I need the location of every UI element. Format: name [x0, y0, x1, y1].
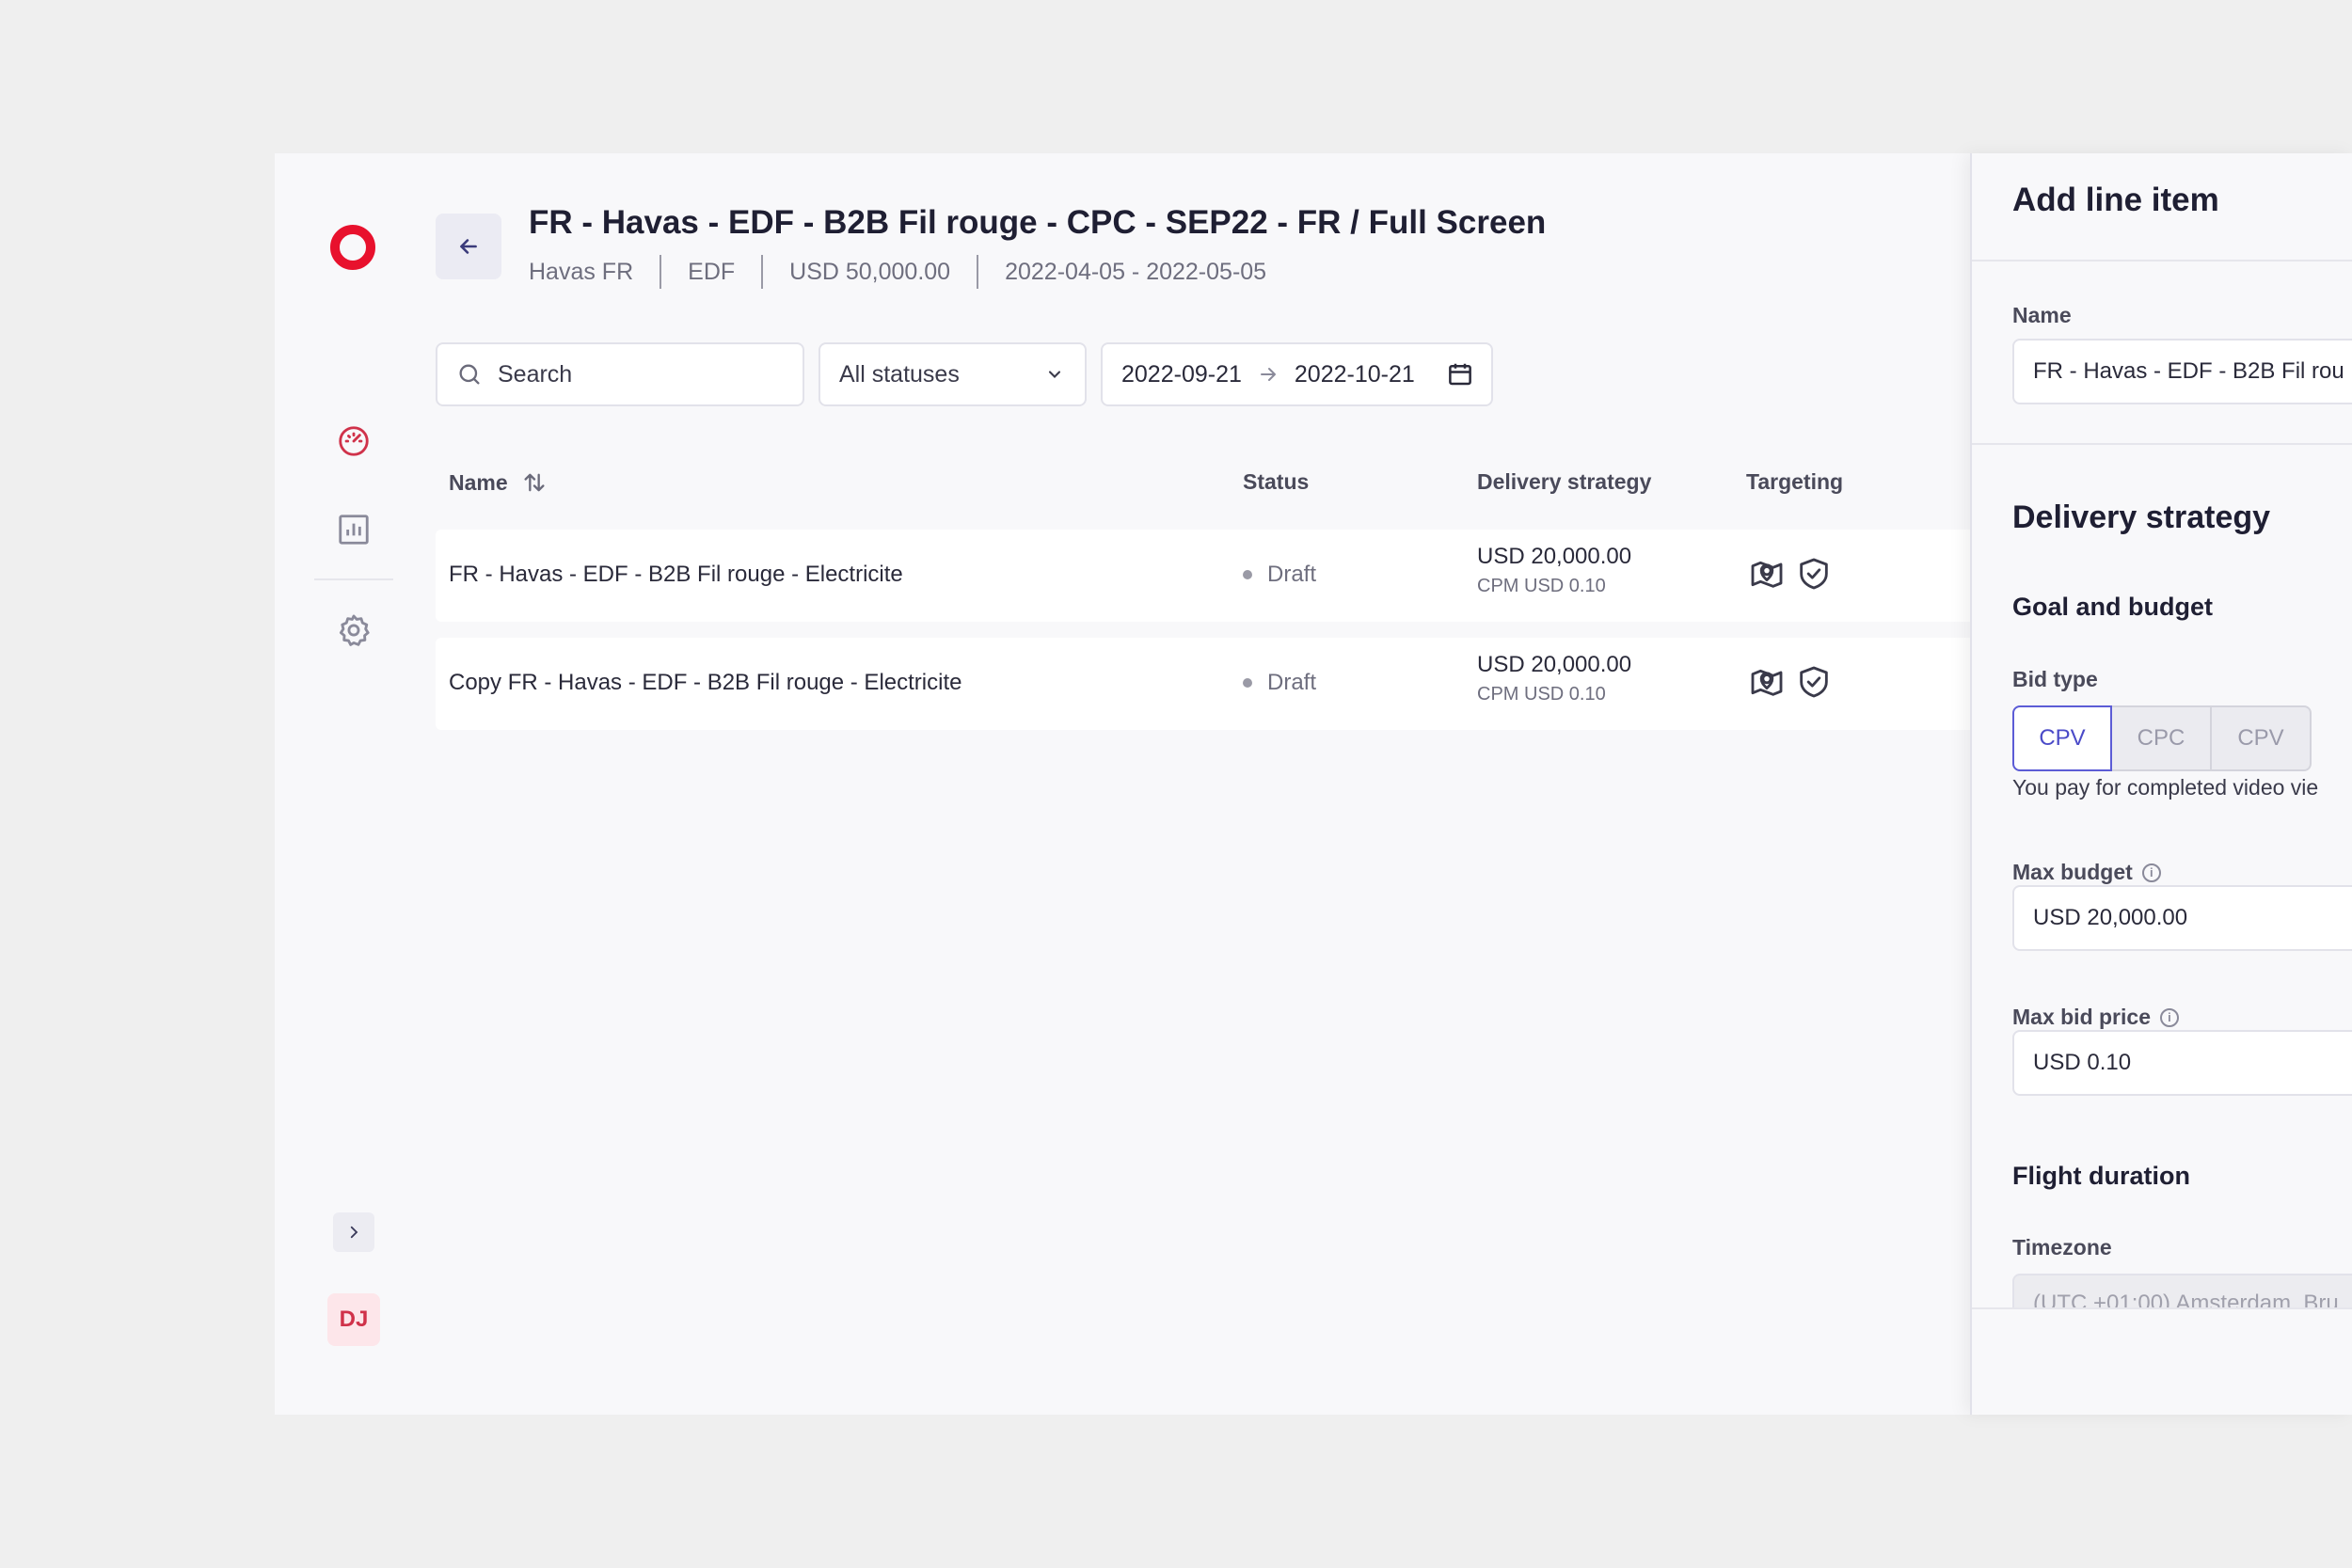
geo-targeting-icon[interactable] [1748, 555, 1786, 597]
name-label: Name [2012, 303, 2072, 327]
date-from: 2022-09-21 [1121, 360, 1242, 388]
status-dot [1243, 678, 1252, 688]
status-dot [1243, 570, 1252, 579]
column-header-name[interactable]: Name [449, 469, 548, 496]
meta-budget: USD 50,000.00 [789, 258, 951, 285]
status-text: Draft [1267, 562, 1317, 587]
meta-divider [660, 255, 662, 289]
delivery-strategy-title: Delivery strategy [2012, 499, 2271, 535]
bid-value: CPM USD 0.10 [1477, 684, 1606, 705]
column-header-delivery[interactable]: Delivery strategy [1477, 469, 1651, 495]
bid-type-helper-text: You pay for completed video vie [2012, 775, 2319, 800]
chevron-down-icon [1045, 365, 1064, 384]
bid-type-segmented-control: CPV CPC CPV [2012, 705, 2312, 771]
brand-safety-shield-icon[interactable] [1795, 663, 1833, 705]
status-filter-value: All statuses [839, 360, 960, 388]
meta-dates: 2022-04-05 - 2022-05-05 [1005, 258, 1267, 285]
bid-value: CPM USD 0.10 [1477, 576, 1606, 596]
page-title: FR - Havas - EDF - B2B Fil rouge - CPC -… [529, 204, 1547, 241]
brand-safety-shield-icon[interactable] [1795, 555, 1833, 597]
info-icon[interactable]: i [2141, 863, 2161, 882]
meta-divider [977, 255, 979, 289]
bid-type-option-cpc[interactable]: CPC [2112, 705, 2212, 771]
brand-logo-icon[interactable] [329, 224, 376, 271]
status-text: Draft [1267, 670, 1317, 695]
status-badge: Draft [1243, 670, 1316, 696]
name-input[interactable]: FR - Havas - EDF - B2B Fil rou [2012, 339, 2352, 404]
search-input[interactable]: Search [436, 342, 804, 406]
drawer-header: Add line item [1972, 153, 2352, 261]
calendar-icon [1446, 360, 1474, 388]
dashboard-gauge-icon[interactable] [336, 423, 372, 459]
expand-sidebar-button[interactable] [333, 1212, 374, 1252]
arrow-right-icon [1257, 363, 1279, 386]
targeting-icons [1748, 663, 1833, 705]
row-name[interactable]: Copy FR - Havas - EDF - B2B Fil rouge - … [449, 670, 961, 696]
back-button[interactable] [436, 214, 501, 279]
date-range-picker[interactable]: 2022-09-21 2022-10-21 [1101, 342, 1493, 406]
flight-duration-title: Flight duration [2012, 1162, 2190, 1190]
sort-icon[interactable] [521, 469, 548, 496]
status-badge: Draft [1243, 562, 1316, 588]
info-icon[interactable]: i [2159, 1007, 2179, 1027]
bid-type-label: Bid type [2012, 667, 2098, 691]
reports-chart-icon[interactable] [336, 512, 372, 547]
targeting-icons [1748, 555, 1833, 597]
max-budget-label-text: Max budget [2012, 860, 2133, 884]
bid-type-option-cpv[interactable]: CPV [2012, 705, 2112, 771]
campaign-meta: Havas FR EDF USD 50,000.00 2022-04-05 - … [529, 255, 1266, 289]
add-line-item-drawer: Add line item Name FR - Havas - EDF - B2… [1970, 153, 2352, 1415]
drawer-divider [1972, 443, 2352, 445]
bid-type-option-cpv-alt[interactable]: CPV [2212, 705, 2312, 771]
delivery-strategy: USD 20,000.00 CPM USD 0.10 [1477, 652, 1631, 705]
search-placeholder: Search [498, 360, 573, 388]
timezone-label: Timezone [2012, 1235, 2112, 1259]
max-bid-price-input[interactable]: USD 0.10 [2012, 1030, 2352, 1096]
status-filter-select[interactable]: All statuses [818, 342, 1087, 406]
column-header-status[interactable]: Status [1243, 469, 1309, 495]
user-avatar[interactable]: DJ [327, 1293, 380, 1346]
meta-advertiser: EDF [688, 258, 736, 285]
drawer-title: Add line item [2012, 182, 2219, 218]
delivery-strategy: USD 20,000.00 CPM USD 0.10 [1477, 544, 1631, 597]
drawer-footer [1972, 1307, 2352, 1415]
column-header-targeting[interactable]: Targeting [1746, 469, 1843, 495]
max-budget-label: Max budget i [2012, 860, 2161, 885]
row-name[interactable]: FR - Havas - EDF - B2B Fil rouge - Elect… [449, 562, 903, 588]
max-bid-price-label: Max bid price i [2012, 1005, 2179, 1030]
goal-budget-title: Goal and budget [2012, 593, 2213, 621]
budget-value: USD 20,000.00 [1477, 544, 1632, 569]
budget-value: USD 20,000.00 [1477, 652, 1632, 677]
meta-divider [761, 255, 764, 289]
date-to: 2022-10-21 [1294, 360, 1415, 388]
meta-agency: Havas FR [529, 258, 634, 285]
settings-gear-icon[interactable] [336, 612, 372, 648]
geo-targeting-icon[interactable] [1748, 663, 1786, 705]
max-bid-price-label-text: Max bid price [2012, 1005, 2151, 1029]
sidebar-divider [314, 578, 393, 580]
search-icon [456, 361, 483, 388]
max-budget-input[interactable]: USD 20,000.00 [2012, 885, 2352, 951]
column-header-name-label: Name [449, 469, 508, 495]
